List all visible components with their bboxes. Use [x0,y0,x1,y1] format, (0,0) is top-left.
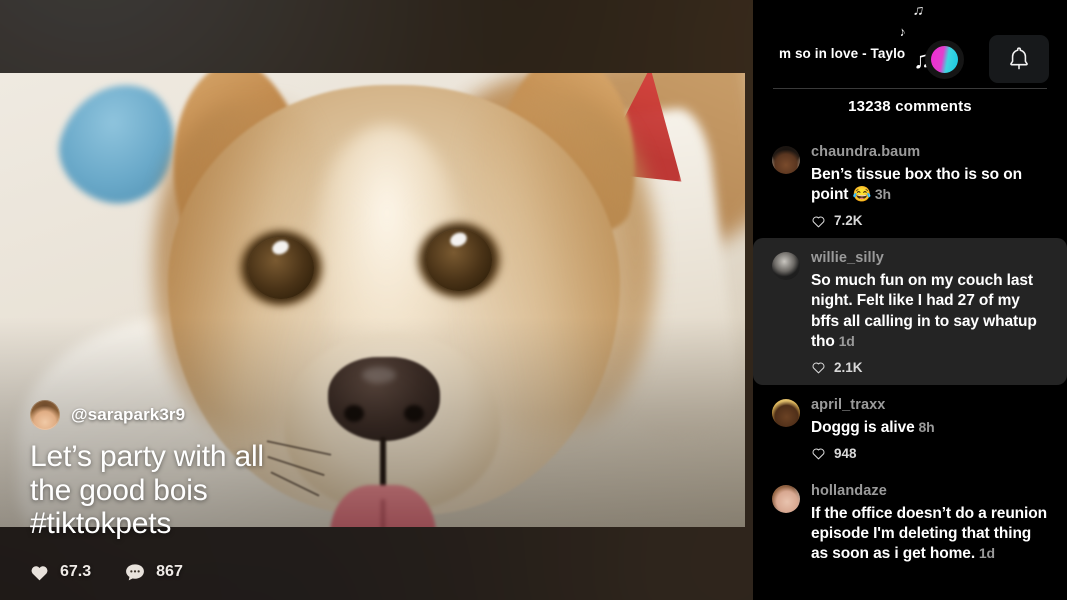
comment-bubble-icon [126,564,145,581]
comment-timestamp: 1d [834,332,855,349]
avatar[interactable] [772,252,800,281]
notification-bell-button[interactable] [989,35,1049,83]
comment-like-count: 948 [834,445,857,461]
comment-stat[interactable]: 867 [125,563,183,582]
comment-timestamp: 1d [975,545,995,562]
video-stats: 67.3 867 [30,563,450,582]
comment-body: hollandaze If the office doesn’t do a reu… [811,483,1047,564]
tiktok-video-screen: @sarapark3r9 Let’s party with all the go… [0,0,1067,600]
caption-text: Let’s party with all the good bois #tikt… [30,440,264,541]
comment-like-row[interactable]: 948 [811,446,1047,461]
avatar[interactable] [772,398,800,427]
header-divider [773,88,1047,89]
comment-item[interactable]: april_traxx Doggg is alive 8h 948 [753,385,1067,471]
video-pane[interactable]: @sarapark3r9 Let’s party with all the go… [0,0,753,600]
comment-timestamp: 3h [871,186,891,203]
comment-username[interactable]: hollandaze [811,483,1047,499]
comment-body: willie_silly So much fun on my couch last… [811,250,1047,375]
comment-item[interactable]: chaundra.baum Ben’s tissue box tho is so … [753,132,1067,238]
comments-count-header: 13238 comments [848,98,972,115]
avatar[interactable] [772,484,800,513]
heart-outline-icon [812,216,825,228]
heart-outline-icon [812,449,825,460]
comment-count: 867 [156,563,183,581]
comment-item[interactable]: willie_silly So much fun on my couch last… [753,238,1067,385]
comment-body: april_traxx Doggg is alive 8h 948 [811,397,1047,461]
comment-like-row[interactable]: 2.1K [811,360,1047,375]
comment-username[interactable]: chaundra.baum [811,144,1047,160]
comment-body: chaundra.baum Ben’s tissue box tho is so … [811,144,1047,228]
heart-outline-icon [812,362,825,374]
comment-emoji: 😂 [848,186,872,204]
comment-like-count: 2.1K [834,359,863,375]
music-header: m so in love - Taylo ♫ ♪ ♫ [753,1,1067,88]
comment-username[interactable]: april_traxx [811,397,1047,413]
heart-icon [31,566,48,581]
comment-list[interactable]: chaundra.baum Ben’s tissue box tho is so … [753,132,1067,600]
bell-icon [1010,47,1028,70]
comments-sidebar: m so in love - Taylo ♫ ♪ ♫ 13238 comment… [753,0,1067,600]
comment-text: If the office doesn’t do a reunion episo… [811,504,1047,563]
comment-text: Ben’s tissue box tho is so on point 😂 3h [811,166,1022,204]
author-handle[interactable]: @sarapark3r9 [71,405,185,425]
comment-item[interactable]: hollandaze If the office doesn’t do a reu… [753,471,1067,574]
comment-like-count: 7.2K [834,213,863,229]
like-count: 67.3 [60,563,92,581]
album-art-disc[interactable] [925,40,964,79]
video-caption-overlay: @sarapark3r9 Let’s party with all the go… [30,400,450,582]
comment-timestamp: 8h [914,418,935,435]
avatar[interactable] [30,400,60,430]
comment-text: Doggg is alive 8h [811,418,935,436]
comment-like-row[interactable]: 7.2K [811,213,1047,228]
comment-text: So much fun on my couch last night. Felt… [811,272,1037,350]
avatar[interactable] [772,146,800,174]
comment-username[interactable]: willie_silly [811,250,1047,266]
caption-author[interactable]: @sarapark3r9 [30,400,450,430]
like-stat[interactable]: 67.3 [30,563,91,581]
